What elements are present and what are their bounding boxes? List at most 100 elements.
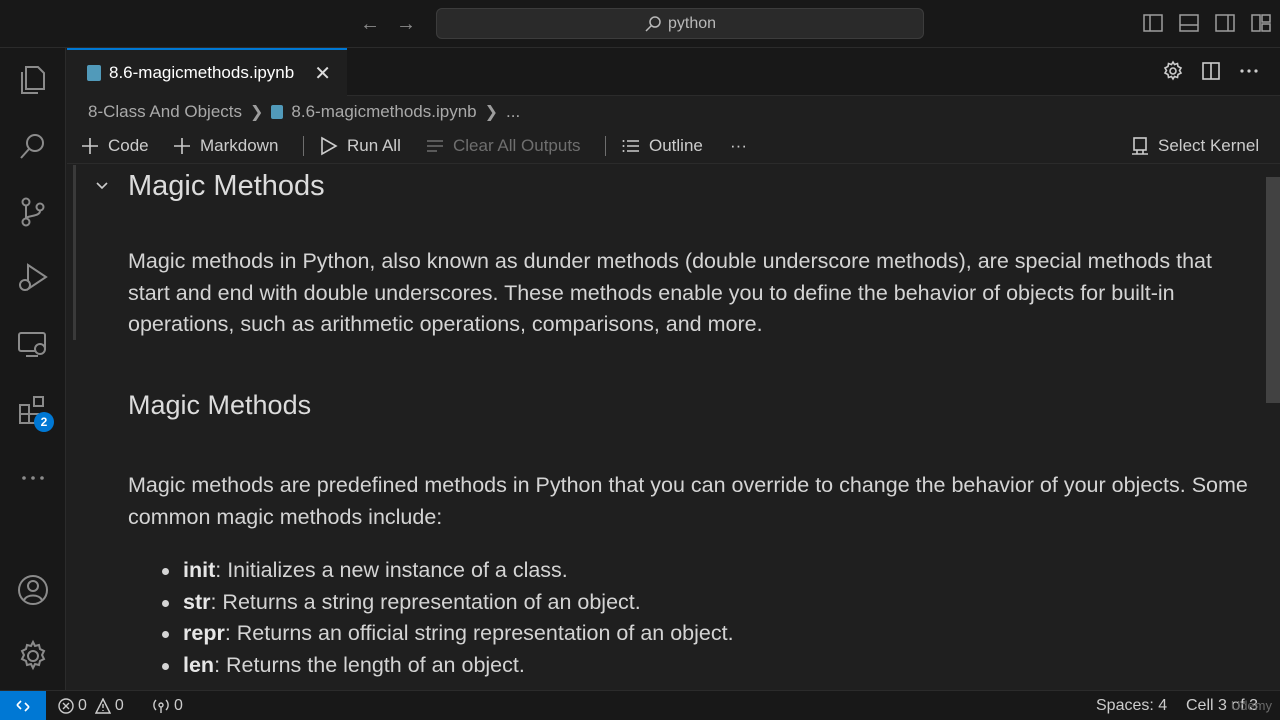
- udemy-watermark: Udemy: [1230, 698, 1272, 713]
- back-arrow-icon[interactable]: ←: [358, 12, 382, 36]
- remote-icon: [16, 700, 30, 712]
- gear-icon: [20, 639, 46, 671]
- magic-methods-list: init: Initializes a new instance of a cl…: [160, 555, 1160, 681]
- search-icon: [645, 15, 661, 32]
- markdown-paragraph: Magic methods are predefined methods in …: [128, 473, 1248, 529]
- indentation-indicator[interactable]: Spaces: 4: [1096, 696, 1167, 716]
- title-bar: ← → python: [0, 0, 1280, 48]
- run-all-button[interactable]: Run All: [319, 132, 401, 160]
- notebook-editor: Magic Methods Magic methods in Python, a…: [67, 165, 1280, 690]
- method-name: repr: [183, 621, 225, 645]
- method-description: : Returns an official string representat…: [224, 621, 734, 645]
- chevron-right-icon: ❯: [250, 104, 264, 121]
- kernel-icon: [1132, 137, 1148, 155]
- run-debug-button[interactable]: [0, 246, 66, 310]
- markdown-heading: Magic Methods: [128, 170, 325, 202]
- list-item: len: Returns the length of an object.: [160, 650, 1160, 682]
- toolbar-more-button[interactable]: ···: [730, 132, 747, 160]
- method-description: : Returns the length of an object.: [214, 652, 525, 677]
- account-icon: [18, 575, 48, 605]
- forward-arrow-icon[interactable]: →: [394, 12, 418, 36]
- broadcast-icon: [153, 699, 169, 713]
- breadcrumb-file[interactable]: 8.6-magicmethods.ipynb: [291, 102, 476, 122]
- customize-layout-icon[interactable]: [1250, 12, 1272, 34]
- list-item: repr: Returns an official string represe…: [160, 618, 1160, 650]
- plus-icon: [82, 138, 98, 154]
- remote-explorer-icon: [18, 332, 46, 357]
- files-icon: [21, 66, 45, 94]
- toolbar-divider: [303, 136, 304, 156]
- run-all-icon: [321, 136, 338, 156]
- run-all-label: Run All: [347, 136, 401, 155]
- warning-count: 0: [114, 697, 124, 714]
- cell-focus-indicator: [73, 165, 76, 340]
- breadcrumb: 8-Class And Objects ❯ 8.6-magicmethods.i…: [88, 100, 520, 124]
- warning-icon: [94, 698, 111, 714]
- clear-outputs-label: Clear All Outputs: [453, 136, 581, 155]
- markdown-paragraph: Magic methods in Python, also known as d…: [128, 249, 1212, 336]
- split-editor-icon[interactable]: [1200, 60, 1222, 82]
- method-name: str: [183, 589, 211, 614]
- method-name: init: [183, 558, 216, 582]
- toggle-panel-icon[interactable]: [1178, 12, 1200, 34]
- search-button[interactable]: [0, 114, 66, 178]
- toggle-primary-sidebar-icon[interactable]: [1142, 12, 1164, 34]
- toggle-secondary-sidebar-icon[interactable]: [1214, 12, 1236, 34]
- select-kernel-button[interactable]: Select Kernel: [1130, 132, 1259, 160]
- error-count: 0: [78, 697, 87, 714]
- ports-count: 0: [174, 697, 183, 714]
- outline-button[interactable]: Outline: [621, 132, 703, 160]
- run-debug-icon: [19, 263, 48, 291]
- ports-indicator[interactable]: 0: [152, 696, 183, 716]
- chevron-down-icon[interactable]: [93, 177, 111, 195]
- select-kernel-label: Select Kernel: [1158, 136, 1260, 155]
- method-description: : Returns a string representation of an …: [210, 589, 641, 614]
- command-center-search[interactable]: python: [436, 8, 924, 39]
- add-code-cell-button[interactable]: Code: [80, 132, 149, 160]
- error-icon: [58, 698, 74, 714]
- ellipsis-icon: [22, 476, 44, 480]
- code-label: Code: [108, 136, 149, 155]
- accounts-button[interactable]: [0, 558, 66, 622]
- gear-icon[interactable]: [1162, 60, 1184, 82]
- more-views-button[interactable]: [0, 446, 66, 510]
- vertical-scrollbar[interactable]: [1266, 177, 1280, 403]
- close-icon[interactable]: ✕: [314, 61, 331, 86]
- outline-label: Outline: [649, 136, 703, 155]
- search-text: python: [667, 14, 717, 32]
- clear-all-outputs-button[interactable]: Clear All Outputs: [425, 132, 581, 160]
- list-icon: [622, 140, 639, 152]
- editor-tab-bar: 8.6-magicmethods.ipynb ✕: [67, 48, 1280, 96]
- source-control-button[interactable]: [0, 180, 66, 244]
- markdown-heading: Magic Methods: [128, 390, 312, 420]
- extensions-badge: 2: [34, 412, 54, 432]
- more-actions-icon[interactable]: [1238, 60, 1260, 82]
- toolbar-divider: [605, 136, 606, 156]
- activity-bar: 2: [0, 48, 66, 690]
- notebook-file-icon: [271, 105, 284, 119]
- add-markdown-cell-button[interactable]: Markdown: [172, 132, 278, 160]
- status-bar: 0 0 0 Spaces: 4 Cell 3 of 3 Udemy: [0, 690, 1280, 720]
- method-description: : Initializes a new instance of a class.: [215, 558, 568, 582]
- ellipsis-icon: ···: [730, 136, 747, 155]
- notebook-file-icon: [87, 65, 101, 81]
- search-icon: [20, 134, 44, 159]
- explorer-button[interactable]: [0, 48, 66, 112]
- manage-button[interactable]: [0, 624, 66, 688]
- markdown-label: Markdown: [200, 136, 279, 155]
- problems-indicator[interactable]: 0 0: [58, 696, 124, 716]
- method-name: len: [183, 652, 215, 677]
- chevron-right-icon: ❯: [484, 104, 499, 121]
- clear-all-icon: [427, 140, 443, 152]
- source-control-icon: [21, 197, 45, 227]
- remote-explorer-button[interactable]: [0, 312, 66, 376]
- breadcrumb-folder[interactable]: 8-Class And Objects: [88, 102, 242, 122]
- plus-icon: [174, 138, 190, 154]
- remote-indicator[interactable]: [0, 691, 46, 720]
- tab-notebook[interactable]: 8.6-magicmethods.ipynb ✕: [67, 48, 347, 96]
- extensions-button[interactable]: 2: [0, 378, 66, 442]
- list-item: init: Initializes a new instance of a cl…: [160, 555, 1160, 587]
- tab-label: 8.6-magicmethods.ipynb: [109, 63, 295, 82]
- list-item: str: Returns a string representation of …: [160, 587, 1160, 619]
- breadcrumb-more[interactable]: ...: [506, 102, 520, 122]
